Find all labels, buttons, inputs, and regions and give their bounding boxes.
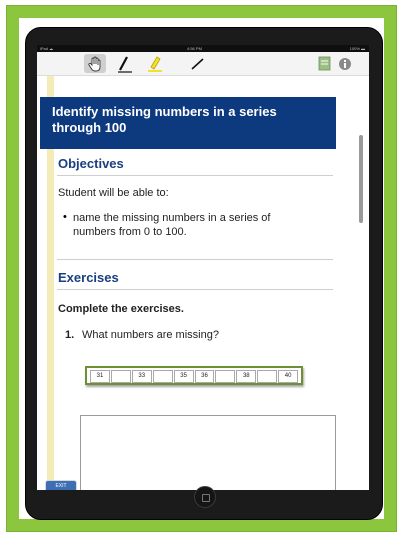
tablet-screen: iPad ☁ 4:56 PM 100% ▬ Identify missing n… <box>37 45 369 490</box>
line-tool-button[interactable] <box>187 54 209 73</box>
scrollbar[interactable] <box>359 135 363 223</box>
notes-icon <box>318 56 331 70</box>
question-number: 1. <box>65 329 75 341</box>
clock: 4:56 PM <box>187 46 202 51</box>
highlighter-icon <box>148 55 162 72</box>
series-cell: 33 <box>131 370 152 383</box>
objectives-intro: Student will be able to: <box>58 187 169 199</box>
battery-indicator: 100% ▬ <box>349 46 365 51</box>
answer-box[interactable] <box>80 415 336 490</box>
series-cell: 35 <box>173 370 194 383</box>
tablet-device: iPad ☁ 4:56 PM 100% ▬ Identify missing n… <box>25 27 383 520</box>
exercises-heading: Exercises <box>58 270 119 285</box>
objective-item: name the missing numbers in a series of … <box>73 212 271 238</box>
series-blank-input[interactable] <box>215 370 236 383</box>
pen-tool-button[interactable] <box>113 54 135 73</box>
hand-tool-button[interactable] <box>84 54 106 73</box>
series-blank-input[interactable] <box>257 370 278 383</box>
series-blank-input[interactable] <box>110 370 131 383</box>
notes-button[interactable] <box>314 54 336 73</box>
pen-icon <box>118 55 132 73</box>
bullet-dot: • <box>63 211 67 223</box>
objectives-divider <box>57 175 333 176</box>
number-series: 31 33 35 36 38 40 <box>85 366 303 385</box>
info-button[interactable] <box>334 54 356 73</box>
annotation-toolbar <box>37 52 369 76</box>
hand-icon <box>88 56 101 71</box>
exit-button[interactable]: EXIT <box>45 480 77 490</box>
question-text: What numbers are missing? <box>82 329 219 341</box>
series-blank-input[interactable] <box>152 370 173 383</box>
info-icon <box>339 57 351 70</box>
series-cell: 36 <box>194 370 215 383</box>
line-icon <box>191 57 204 70</box>
status-bar: iPad ☁ 4:56 PM 100% ▬ <box>37 45 369 52</box>
carrier-label: iPad ☁ <box>40 46 54 51</box>
series-cell: 38 <box>236 370 257 383</box>
series-cell: 31 <box>90 370 110 383</box>
objectives-heading: Objectives <box>58 156 124 171</box>
series-cell: 40 <box>278 370 299 383</box>
exercises-divider <box>57 289 333 290</box>
section-divider <box>57 259 333 260</box>
home-button[interactable] <box>194 486 216 508</box>
lesson-title: Identify missing numbers in a series thr… <box>40 97 336 149</box>
exercise-instruction: Complete the exercises. <box>58 303 184 315</box>
highlighter-tool-button[interactable] <box>144 54 166 73</box>
